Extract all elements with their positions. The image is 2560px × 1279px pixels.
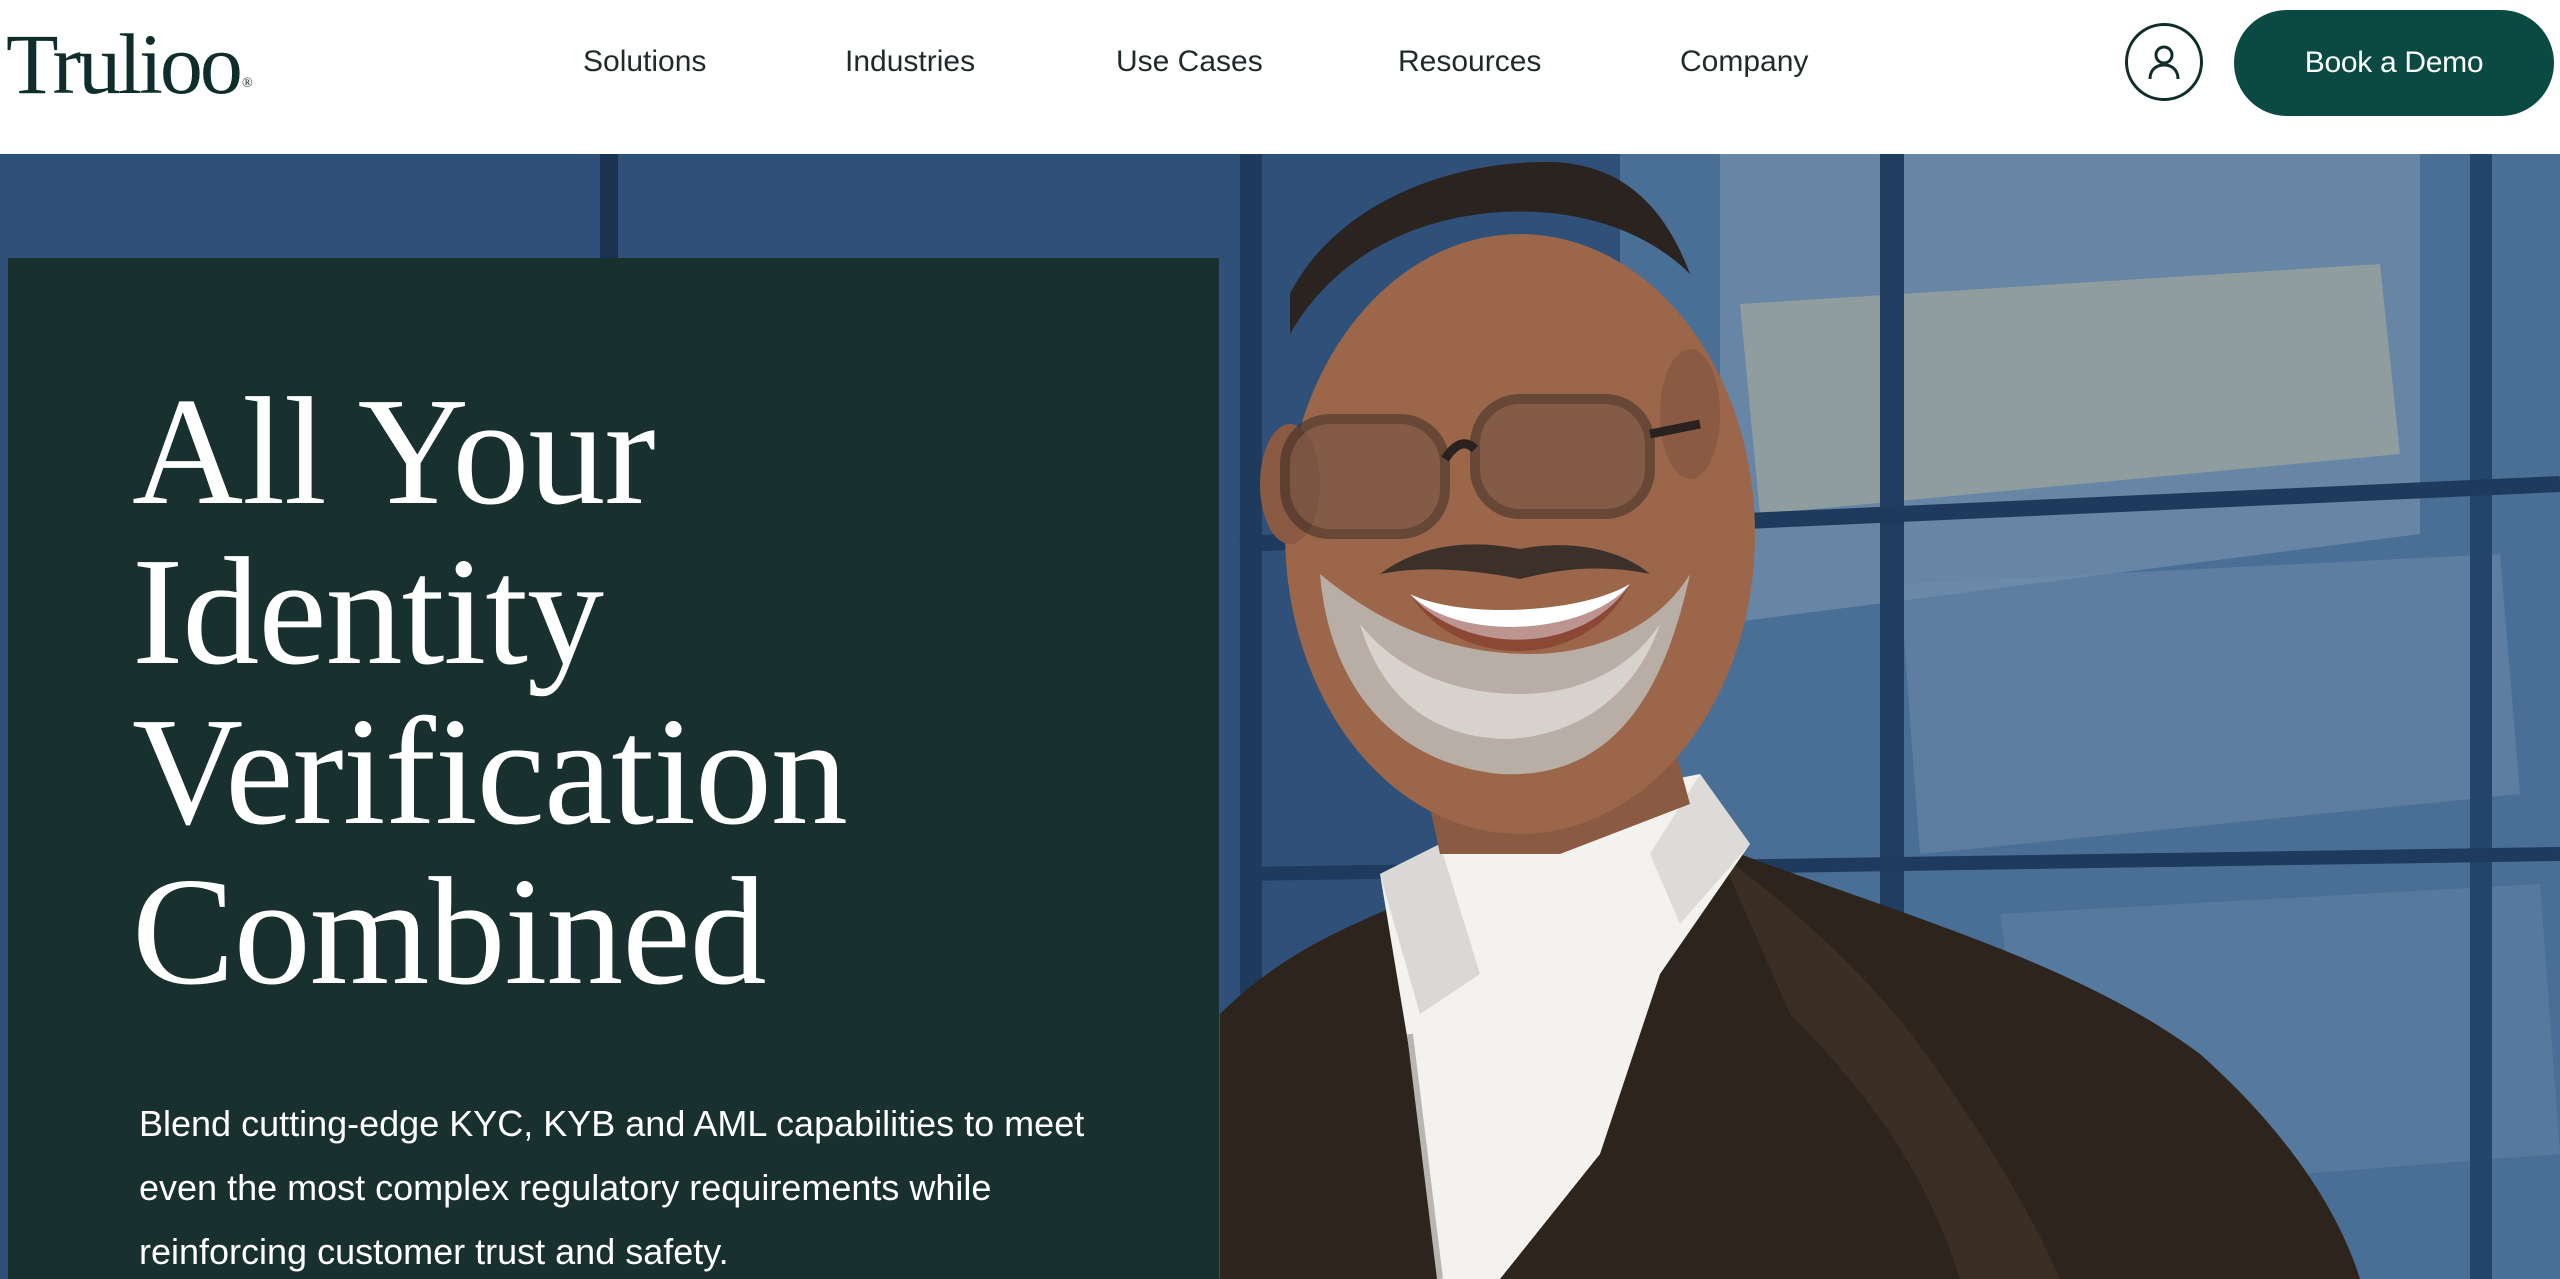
hero-section: All Your Identity Verification Combined … <box>0 154 2560 1279</box>
nav-solutions[interactable]: Solutions <box>583 40 706 84</box>
headline-line-2: Identity <box>132 527 604 697</box>
nav-resources[interactable]: Resources <box>1398 40 1541 84</box>
headline-line-4: Combined <box>132 847 767 1017</box>
hero-text-panel: All Your Identity Verification Combined … <box>8 258 1219 1279</box>
book-demo-button[interactable]: Book a Demo <box>2234 10 2554 116</box>
user-icon <box>2148 45 2180 80</box>
logo-text: Trulioo <box>6 16 243 112</box>
logo-registered-mark: ® <box>241 76 253 91</box>
hero-subtext: Blend cutting-edge KYC, KYB and AML capa… <box>139 1103 1085 1272</box>
nav-use-cases[interactable]: Use Cases <box>1116 40 1263 84</box>
trulioo-logo[interactable]: Trulioo ® <box>6 14 253 134</box>
account-button[interactable] <box>2125 23 2203 101</box>
hero-headline: All Your Identity Verification Combined <box>132 372 1182 1012</box>
headline-line-3: Verification <box>132 687 848 857</box>
site-header: Trulioo ® Solutions Industries Use Cases … <box>0 0 2560 154</box>
nav-industries[interactable]: Industries <box>845 40 975 84</box>
headline-line-1: All Your <box>132 367 656 537</box>
nav-company[interactable]: Company <box>1680 40 1808 84</box>
